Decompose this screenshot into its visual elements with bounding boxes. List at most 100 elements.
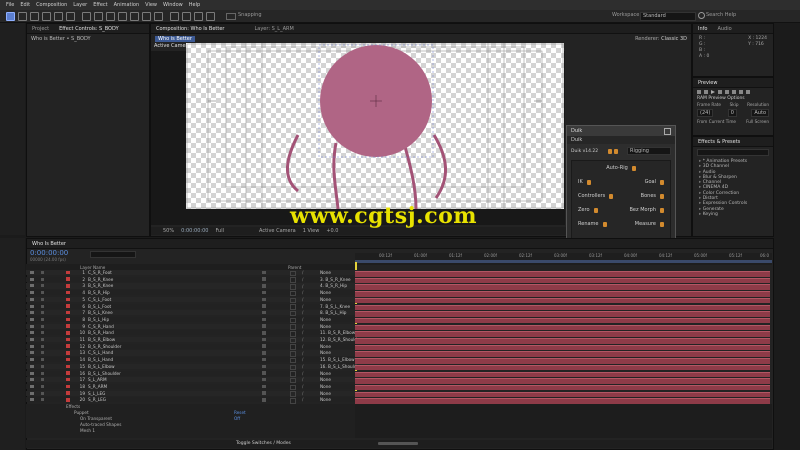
renderer-value[interactable]: Classic 3D [661,36,687,42]
layer-duration-bar[interactable] [355,344,770,351]
layer-row[interactable]: 17 S_L_ARM / None [26,377,380,384]
comp-breadcrumb[interactable]: Who is Better [155,35,195,42]
layer-row[interactable]: 16 B_S_L_Shoulder / None [26,370,380,377]
puppet-reset-link[interactable]: Reset [234,410,246,415]
lock-icon[interactable] [41,324,44,328]
menu-window[interactable]: Window [163,2,183,8]
layer-duration-bar[interactable] [355,351,770,357]
layer-name[interactable]: B_S_R_Knee [88,283,113,288]
shy-switch[interactable] [262,284,266,288]
visibility-eye-icon[interactable] [30,358,34,362]
layer-name[interactable]: S_R_LEG [88,397,106,402]
lock-icon[interactable] [41,344,44,348]
layer-row[interactable]: 11 B_S_R_Elbow/12. B_S_R_Shoulder [26,337,380,344]
rotate-tool-icon[interactable] [42,12,51,21]
bones-button[interactable]: Bones [641,193,664,199]
menu-animation[interactable]: Animation [114,2,140,8]
layer-duration-bar[interactable] [355,277,770,284]
brush-tool-icon[interactable] [118,12,127,21]
pickwhip-icon[interactable]: / [302,344,303,349]
label-color-swatch[interactable] [66,324,70,328]
parent-dropdown[interactable]: None [320,344,331,349]
work-area-bar[interactable] [355,260,772,263]
duik-category-dropdown[interactable]: Rigging [627,147,671,155]
eraser-tool-icon[interactable] [142,12,151,21]
layer-duration-bar[interactable] [355,391,770,398]
shy-switch[interactable] [262,391,266,395]
ik-button[interactable]: IK [578,179,591,185]
parent-pickwhip-box[interactable] [290,284,296,290]
layer-duration-bar[interactable] [355,297,770,304]
duik-settings-icon[interactable] [607,148,612,154]
parent-pickwhip-box[interactable] [290,290,296,297]
shy-switch[interactable] [262,364,266,369]
lock-icon[interactable] [41,371,44,375]
mesh-1-group[interactable]: Mesh 1 [80,428,95,433]
tab-preview[interactable]: Preview [693,80,722,86]
parent-dropdown[interactable]: None [320,371,331,376]
shy-switch[interactable] [262,297,266,302]
shy-switch[interactable] [262,304,266,308]
layer-name[interactable]: C_S_L_Foot [88,297,111,302]
layer-name[interactable]: C_S_L_Hand [88,350,113,355]
layer-name[interactable]: B_S_R_Elbow [88,337,115,342]
layer-duration-bar[interactable] [355,378,770,384]
lock-icon[interactable] [41,358,44,362]
layer-row[interactable]: 13 C_S_L_Hand / None [26,350,380,357]
label-color-swatch[interactable] [66,344,70,348]
label-color-swatch[interactable] [66,377,70,382]
parent-dropdown[interactable]: None [320,377,331,382]
visibility-eye-icon[interactable] [30,378,34,382]
shy-switch[interactable] [262,398,266,402]
layer-row[interactable]: 4 B_S_R_Hip / None [26,290,380,297]
workspace-dropdown[interactable]: Standard [640,11,696,21]
parent-dropdown[interactable]: None [320,391,331,396]
lock-icon[interactable] [41,398,44,402]
pickwhip-icon[interactable]: / [302,351,303,356]
shy-switch[interactable] [262,324,266,328]
pickwhip-icon[interactable]: / [302,270,303,275]
rectangle-tool-icon[interactable] [82,12,91,21]
visibility-eye-icon[interactable] [30,291,34,295]
label-color-swatch[interactable] [66,297,70,302]
parent-dropdown[interactable]: None [320,324,331,329]
layer-row[interactable]: 19 S_L_LEG / None [26,390,380,397]
type-tool-icon[interactable] [106,12,115,21]
puppet-starch-tool-icon[interactable] [182,12,191,21]
parent-pickwhip-box[interactable] [290,304,296,310]
visibility-eye-icon[interactable] [30,371,34,375]
label-color-swatch[interactable] [66,391,70,395]
layer-name[interactable]: S_L_LEG [88,391,105,396]
parent-pickwhip-box[interactable] [290,351,296,357]
layer-row[interactable]: 5 C_S_L_Foot / None [26,296,380,304]
puppet-mesh-tool-icon[interactable] [206,12,215,21]
full-screen-checkbox[interactable]: Full Screen [746,119,769,124]
shy-switch[interactable] [262,351,266,355]
zoom-slider[interactable] [378,442,418,445]
label-color-swatch[interactable] [66,317,70,322]
layer-name[interactable]: B_S_R_Hip [88,290,110,295]
parent-pickwhip-box[interactable] [290,317,296,324]
menu-edit[interactable]: Edit [20,2,30,8]
lock-icon[interactable] [41,311,44,315]
menu-composition[interactable]: Composition [36,2,67,8]
duik-help-icon[interactable] [613,148,618,154]
shy-switch[interactable] [262,310,266,315]
tab-info[interactable]: Info [693,26,712,32]
snapping-checkbox[interactable] [226,13,236,20]
layer-duration-bar[interactable] [355,317,770,324]
visibility-eye-icon[interactable] [30,384,34,388]
hand-tool-icon[interactable] [18,12,27,21]
timeline-timecode[interactable]: 0:00:00:00 [30,249,68,257]
lock-icon[interactable] [41,378,44,382]
visibility-eye-icon[interactable] [30,351,34,355]
label-color-swatch[interactable] [66,290,70,295]
layer-name[interactable]: B_S_R_Knee [88,277,113,282]
layer-name[interactable]: B_S_R_Hand [88,330,114,335]
parent-column[interactable]: Parent [288,265,301,270]
pickwhip-icon[interactable]: / [302,277,303,282]
layer-name[interactable]: S_R_ARM [88,384,107,389]
layer-duration-bar[interactable] [355,311,770,317]
rename-button[interactable]: Rename [578,221,607,227]
shy-switch[interactable] [262,337,266,342]
